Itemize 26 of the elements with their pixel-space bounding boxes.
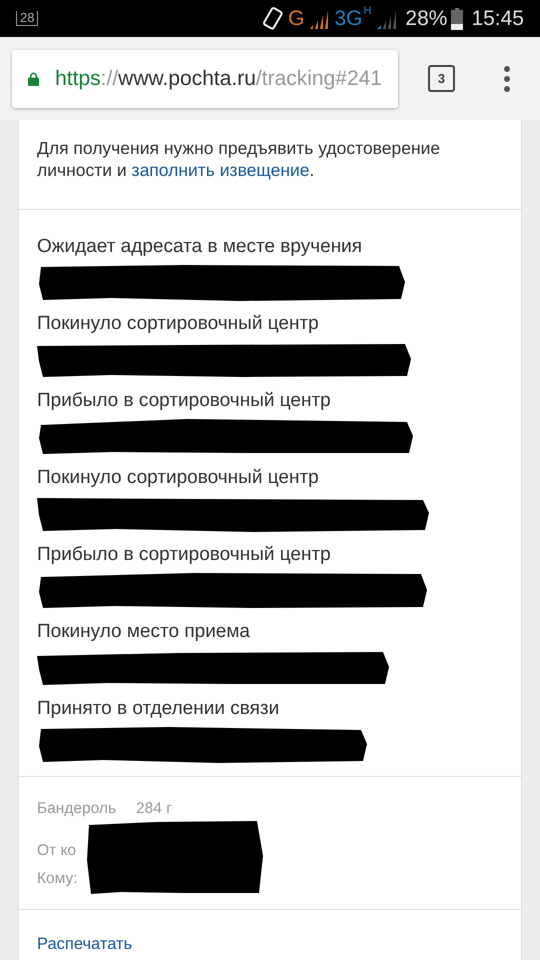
tab-count-button[interactable]: 3 xyxy=(428,65,455,92)
package-weight: 284 г xyxy=(136,799,172,819)
print-link[interactable]: Распечатать xyxy=(37,935,132,953)
network-type: G xyxy=(288,6,304,32)
notification-count: 28 xyxy=(16,11,38,26)
sender-label: От ко xyxy=(37,841,78,862)
event-status: Покинуло сортировочный центр xyxy=(37,312,320,336)
event-status: Ожидает адресата в месте вручения xyxy=(37,235,364,259)
notice-text: Для получения нужно предъявить удостоверение личности и заполнить извещение. xyxy=(37,137,442,181)
menu-icon[interactable] xyxy=(503,66,511,92)
clock: 15:45 xyxy=(471,6,524,32)
battery-icon xyxy=(451,8,464,30)
event-status: Принято в отделении связи xyxy=(37,697,280,721)
network-mark: H xyxy=(363,4,372,19)
address-bar[interactable]: https://www.pochta.ru/tracking#241 xyxy=(12,50,398,108)
event-status: Прибыло в сортировочный центр xyxy=(37,543,332,567)
url-text: https://www.pochta.ru/tracking#241 xyxy=(55,66,382,92)
vibrate-icon xyxy=(262,6,284,32)
network-type: 3G xyxy=(334,6,362,32)
event-status: Покинуло место приема xyxy=(37,620,251,644)
event-status: Покинуло сортировочный центр xyxy=(37,466,320,490)
event-status: Прибыло в сортировочный центр xyxy=(37,389,332,413)
package-type: Бандероль xyxy=(37,799,116,819)
battery-percent: 28% xyxy=(405,6,448,32)
recipient-label: Кому: xyxy=(37,868,79,888)
notice-link[interactable]: заполнить извещение xyxy=(132,160,310,180)
